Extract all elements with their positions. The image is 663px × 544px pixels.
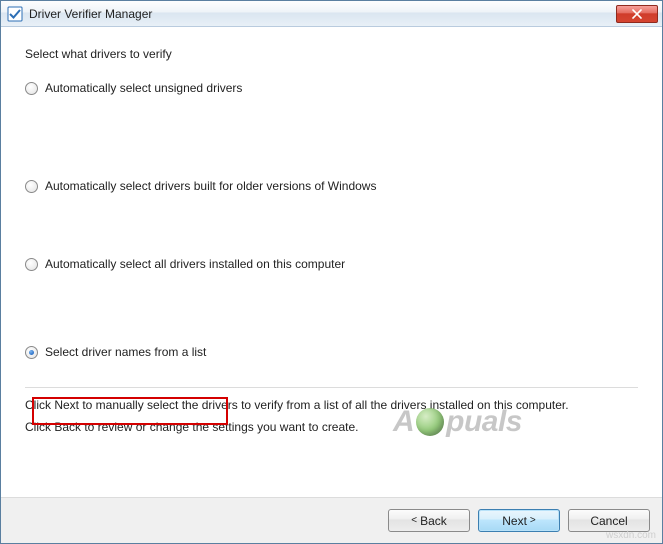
chevron-right-icon: > <box>530 516 536 526</box>
page-heading: Select what drivers to verify <box>25 47 638 61</box>
cancel-button[interactable]: Cancel <box>568 509 650 532</box>
option-unsigned-drivers[interactable]: Automatically select unsigned drivers <box>25 79 638 97</box>
cancel-button-label: Cancel <box>590 514 627 528</box>
option-select-from-list[interactable]: Select driver names from a list <box>25 343 638 361</box>
titlebar: Driver Verifier Manager <box>1 1 662 27</box>
hint-back: Click Back to review or change the setti… <box>25 420 638 434</box>
radio-group: Automatically select unsigned drivers Au… <box>25 79 638 361</box>
radio-icon <box>25 180 38 193</box>
back-button-label: Back <box>420 514 447 528</box>
radio-icon <box>25 258 38 271</box>
option-all-installed-drivers[interactable]: Automatically select all drivers install… <box>25 255 638 273</box>
chevron-left-icon: < <box>411 516 417 526</box>
separator <box>25 387 638 388</box>
radio-icon <box>25 82 38 95</box>
content-area: Select what drivers to verify Automatica… <box>1 27 662 497</box>
radio-label: Automatically select all drivers install… <box>45 257 345 271</box>
radio-label: Select driver names from a list <box>45 345 206 359</box>
button-bar: < Back Next > Cancel <box>1 497 662 543</box>
close-icon <box>632 9 642 19</box>
window-title: Driver Verifier Manager <box>29 7 616 21</box>
radio-icon <box>25 346 38 359</box>
radio-label: Automatically select drivers built for o… <box>45 179 376 193</box>
window-frame: Driver Verifier Manager Select what driv… <box>0 0 663 544</box>
next-button-label: Next <box>502 514 527 528</box>
hint-next: Click Next to manually select the driver… <box>25 398 638 412</box>
option-older-windows-drivers[interactable]: Automatically select drivers built for o… <box>25 177 638 195</box>
radio-label: Automatically select unsigned drivers <box>45 81 242 95</box>
back-button[interactable]: < Back <box>388 509 470 532</box>
app-icon <box>7 6 23 22</box>
close-button[interactable] <box>616 5 658 23</box>
next-button[interactable]: Next > <box>478 509 560 532</box>
